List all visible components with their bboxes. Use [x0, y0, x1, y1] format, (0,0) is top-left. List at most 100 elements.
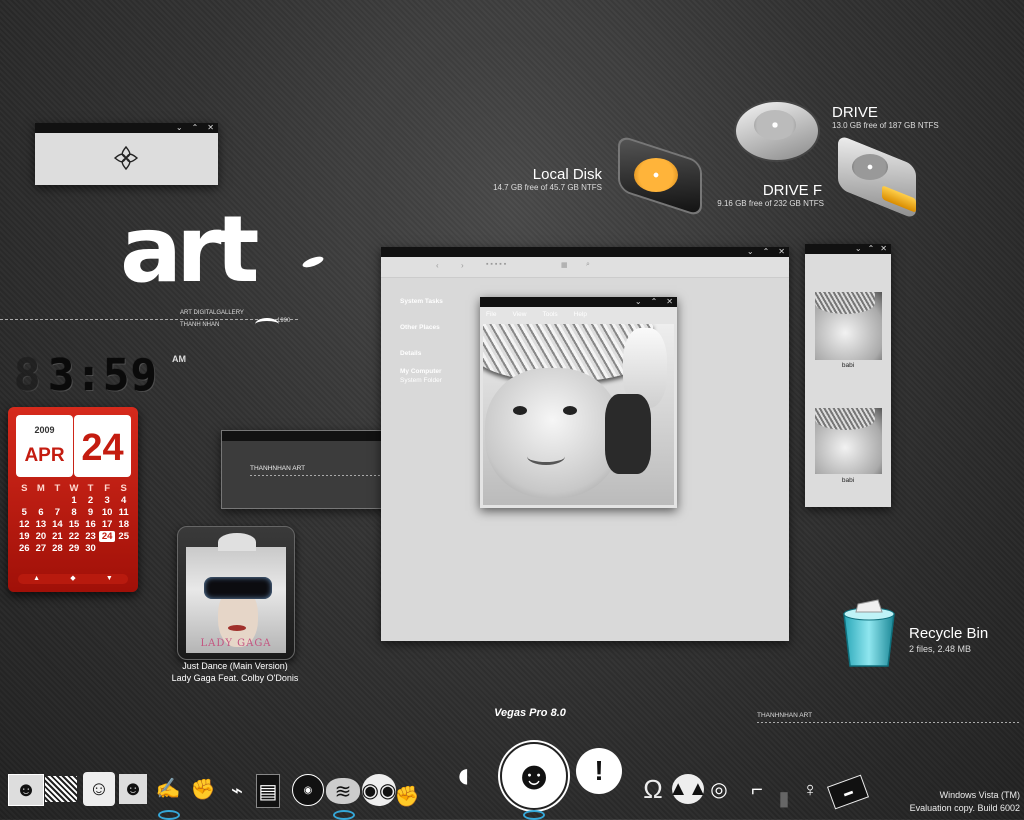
- calendar-day-cell[interactable]: 12: [16, 519, 33, 530]
- menu-file[interactable]: File: [486, 311, 496, 318]
- calendar-day-cell[interactable]: 21: [49, 531, 66, 542]
- speaker-icon[interactable]: ▤: [256, 774, 280, 808]
- explorer-sidebar-tasks[interactable]: System Tasks: [400, 298, 443, 305]
- calendar-day-cell[interactable]: 15: [66, 519, 83, 530]
- girl-avatar-icon[interactable]: ☻: [500, 742, 568, 810]
- maximize-icon[interactable]: ⌃: [868, 244, 875, 254]
- recycle-bin-icon[interactable]: [838, 596, 900, 670]
- calendar-today-icon[interactable]: ◆: [70, 574, 75, 584]
- calendar-prev-icon[interactable]: ▲: [33, 574, 40, 584]
- portrait-icon[interactable]: ☻: [119, 774, 147, 804]
- maximize-icon[interactable]: ⌃: [651, 297, 658, 307]
- minimize-icon[interactable]: ⌄: [747, 247, 754, 257]
- calendar-day-cell[interactable]: 16: [82, 519, 99, 530]
- calendar-day-cell[interactable]: 7: [49, 507, 66, 518]
- calendar-day-cell[interactable]: 9: [82, 507, 99, 518]
- gun-icon[interactable]: ⌐: [740, 776, 774, 804]
- menu-view[interactable]: View: [512, 311, 526, 318]
- minimize-icon[interactable]: ⌄: [176, 123, 183, 133]
- close-icon[interactable]: ✕: [666, 297, 673, 307]
- bird-icon[interactable]: ✍: [153, 772, 183, 804]
- art-logo: art: [120, 200, 330, 310]
- brain-icon[interactable]: ≋: [326, 778, 360, 804]
- sign-icon[interactable]: ▬: [826, 774, 870, 810]
- glasses-icon[interactable]: ◉◉: [362, 774, 396, 806]
- calendar-day-cell[interactable]: 2: [82, 495, 99, 506]
- owl-icon[interactable]: ◎: [706, 772, 732, 806]
- calendar-day-cell[interactable]: 8: [66, 507, 83, 518]
- explorer-sidebar-details[interactable]: Details: [400, 350, 421, 357]
- calendar-day-cell[interactable]: 22: [66, 531, 83, 542]
- dock: ☻ ☺ ☻ ✍ ✊ ⌁ ▤ ◉ ≋ ◉◉ ✊ ◖ ☻ ! Ω ▲▲ ◎ ⌐ ▮ …: [0, 740, 900, 820]
- face-icon[interactable]: ☺: [83, 772, 115, 806]
- calendar-day-cell[interactable]: 20: [33, 531, 50, 542]
- thumbnail-item[interactable]: [815, 292, 882, 360]
- calendar-day: 24: [81, 427, 124, 469]
- calendar-day-cell[interactable]: 11: [115, 507, 132, 518]
- exclamation-bubble-icon[interactable]: !: [576, 748, 622, 794]
- calendar-day-cell[interactable]: 1: [66, 495, 83, 506]
- woman-icon[interactable]: ♀: [796, 774, 824, 806]
- calendar-day-cell[interactable]: 6: [33, 507, 50, 518]
- explorer-sidebar-places[interactable]: Other Places: [400, 324, 440, 331]
- close-icon[interactable]: ✕: [880, 244, 887, 254]
- explorer-details-title: My Computer: [400, 368, 442, 375]
- calendar-day-cell[interactable]: 4: [115, 495, 132, 506]
- menu-tools[interactable]: Tools: [542, 311, 557, 318]
- calendar-empty-cell: [33, 495, 50, 506]
- calendar-next-icon[interactable]: ▼: [106, 574, 113, 584]
- thumbnail-item[interactable]: [815, 408, 882, 474]
- calendar-day-cell[interactable]: 28: [49, 543, 66, 554]
- pumpkin-icon[interactable]: ▲▲: [668, 774, 708, 804]
- calendar-day-cell[interactable]: 26: [16, 543, 33, 554]
- clock-shadow-digit: 8: [14, 350, 42, 401]
- minimize-icon[interactable]: ⌄: [855, 244, 862, 254]
- mini-widget-titlebar: ⌄ ⌃ ✕: [35, 123, 218, 133]
- pattern-icon[interactable]: [45, 776, 77, 802]
- horseshoe-icon[interactable]: Ω: [636, 772, 670, 806]
- drive-f-info: 9.16 GB free of 232 GB NTFS: [717, 199, 824, 208]
- drive-icon[interactable]: [730, 94, 822, 170]
- drive-f-icon[interactable]: [830, 131, 924, 223]
- toolbar-up-icon[interactable]: ▪ ▪ ▪ ▪ ▪: [486, 261, 506, 268]
- calendar-day-cell[interactable]: 14: [49, 519, 66, 530]
- minimize-icon[interactable]: ⌄: [635, 297, 642, 307]
- badge-icon[interactable]: ◉: [292, 774, 324, 806]
- photo-eye-left: [513, 406, 527, 415]
- toolbar-search-icon[interactable]: ⌕: [586, 261, 590, 269]
- explorer-toolbar: ‹ › ▪ ▪ ▪ ▪ ▪ ▦ ⌕: [381, 257, 789, 278]
- calendar-day-cell[interactable]: 25: [115, 531, 132, 542]
- comic-icon[interactable]: ☻: [8, 774, 44, 806]
- toolbar-forward-icon[interactable]: ›: [461, 261, 464, 270]
- calendar-day-cell[interactable]: 3: [99, 495, 116, 506]
- fist-icon[interactable]: ✊: [395, 786, 420, 808]
- calendar-day-cell[interactable]: 18: [115, 519, 132, 530]
- calendar-day-cell[interactable]: 19: [16, 531, 33, 542]
- hand-icon[interactable]: ✊: [188, 772, 218, 806]
- maximize-icon[interactable]: ⌃: [192, 123, 199, 133]
- album-art-text: LADY GAGA: [200, 638, 272, 649]
- calendar-day-cell[interactable]: 13: [33, 519, 50, 530]
- calendar-day-cell[interactable]: 17: [99, 519, 116, 530]
- toolbar-back-icon[interactable]: ‹: [436, 261, 439, 270]
- calendar-day-cell[interactable]: 30: [82, 543, 99, 554]
- close-icon[interactable]: ✕: [778, 247, 785, 257]
- calendar-day-cell[interactable]: 27: [33, 543, 50, 554]
- calendar-day-cell[interactable]: 29: [66, 543, 83, 554]
- toolbar-view-icon[interactable]: ▦: [561, 261, 568, 269]
- calendar-weekday-header: F: [104, 483, 111, 494]
- calendar-day-cell[interactable]: 23: [82, 531, 99, 542]
- calendar-year: 2009: [34, 425, 55, 435]
- road-icon[interactable]: ▮: [774, 788, 794, 810]
- bird-large-icon[interactable]: ◖: [440, 748, 486, 802]
- maximize-icon[interactable]: ⌃: [763, 247, 770, 257]
- menu-help[interactable]: Help: [574, 311, 587, 318]
- calendar-day-cell[interactable]: 10: [99, 507, 116, 518]
- calendar-empty-cell: [49, 495, 66, 506]
- calendar-day-cell[interactable]: 24: [98, 531, 116, 542]
- close-icon[interactable]: ✕: [207, 123, 214, 133]
- thumbnail-label: babi: [841, 362, 855, 369]
- calendar-day-cell[interactable]: 5: [16, 507, 33, 518]
- media-player-widget[interactable]: LADY GAGA: [177, 526, 295, 660]
- tag-icon[interactable]: ⌁: [226, 776, 248, 804]
